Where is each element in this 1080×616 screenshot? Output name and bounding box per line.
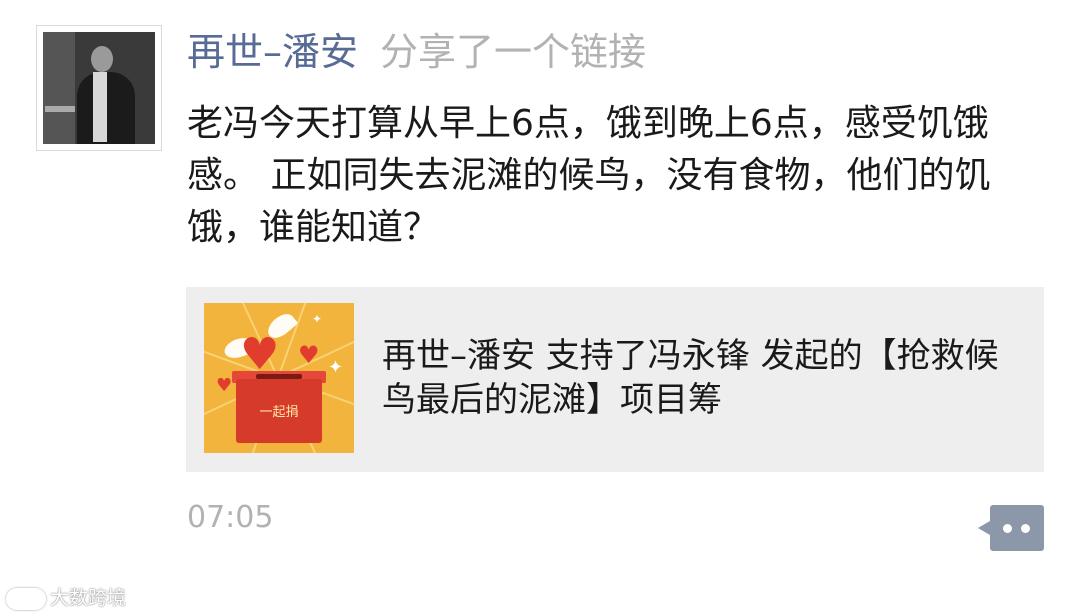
watermark-text: 大数跨境 bbox=[50, 587, 127, 609]
link-card-title: 再世–潘安 支持了冯永锋 发起的【抢救候鸟最后的泥滩】项目筹 bbox=[382, 336, 999, 420]
thumbnail-label: 一起捐 bbox=[259, 405, 299, 420]
avatar[interactable] bbox=[36, 25, 162, 151]
watermark: 大数跨境 bbox=[6, 585, 126, 611]
post-time: 07:05 bbox=[187, 500, 274, 535]
sparkle-icon: ✦ bbox=[328, 357, 344, 378]
sparkle-icon: ✦ bbox=[312, 312, 323, 326]
donation-box-thumbnail: ♥ ♥ ♥ ✦ ✦ 一起捐 bbox=[204, 303, 354, 453]
post-header: 再世–潘安 分享了一个链接 bbox=[187, 22, 646, 82]
watermark-logo-icon bbox=[6, 587, 46, 610]
avatar-photo bbox=[43, 32, 155, 144]
share-action-text: 分享了一个链接 bbox=[380, 30, 647, 74]
dot-icon bbox=[1003, 524, 1012, 533]
link-card[interactable]: ♥ ♥ ♥ ✦ ✦ 一起捐 再世–潘安 支持了冯永锋 发起的【抢救候鸟最后的泥滩… bbox=[186, 287, 1044, 472]
heart-icon: ♥ bbox=[298, 341, 320, 369]
nickname-link[interactable]: 再世–潘安 bbox=[187, 30, 358, 74]
post-text: 老冯今天打算从早上6点，饿到晚上6点，感受饥饿感。 正如同失去泥滩的候鸟，没有食… bbox=[187, 103, 991, 248]
comment-bubble-tail bbox=[978, 521, 990, 535]
heart-icon: ♥ bbox=[216, 375, 233, 396]
comment-button[interactable] bbox=[978, 505, 1044, 551]
dot-icon bbox=[1021, 524, 1030, 533]
